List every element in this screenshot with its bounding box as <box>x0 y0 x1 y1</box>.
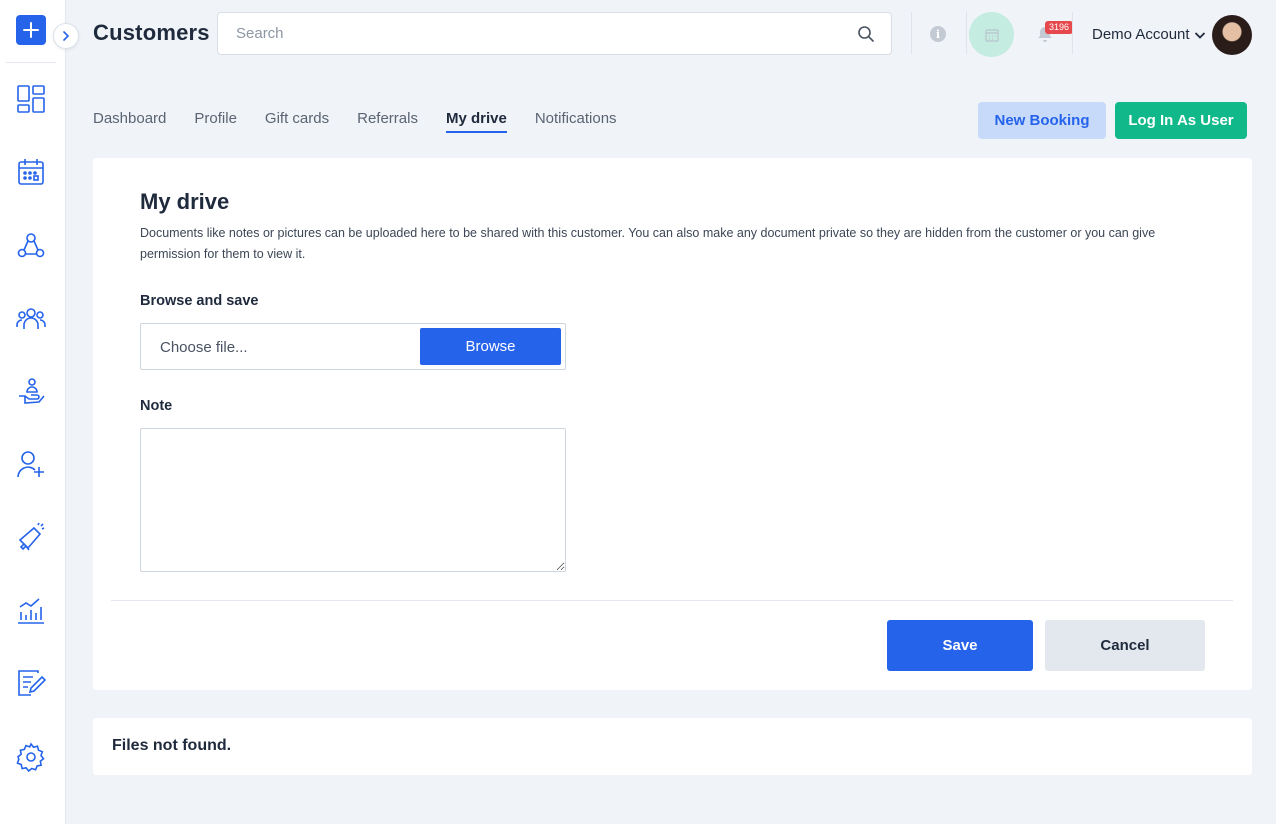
sidebar-item-customers[interactable] <box>14 301 48 335</box>
section-description: Documents like notes or pictures can be … <box>140 226 1156 261</box>
sidebar-item-dashboard[interactable] <box>14 82 48 116</box>
settings-icon <box>16 742 45 772</box>
new-booking-button[interactable]: New Booking <box>978 102 1106 139</box>
sidebar-item-marketing[interactable] <box>14 520 48 554</box>
file-placeholder: Choose file... <box>160 339 248 356</box>
sidebar-item-add-user[interactable] <box>14 447 48 481</box>
sidebar-item-settings[interactable] <box>14 740 48 774</box>
dashboard-icon <box>17 85 45 113</box>
tab-profile[interactable]: Profile <box>194 110 237 133</box>
expand-sidebar-button[interactable] <box>53 23 79 49</box>
sidebar-item-notes[interactable] <box>14 666 48 700</box>
add-user-icon <box>17 451 44 478</box>
network-icon <box>17 233 45 258</box>
account-name: Demo Account <box>1092 26 1190 43</box>
tab-notifications[interactable]: Notifications <box>535 110 617 133</box>
info-icon[interactable]: i <box>930 26 946 42</box>
account-menu[interactable]: Demo Account <box>1092 26 1206 43</box>
my-drive-card: My drive Documents like notes or picture… <box>93 158 1252 690</box>
notes-edit-icon <box>18 670 46 696</box>
card-divider <box>111 600 1233 601</box>
reports-icon <box>18 598 44 624</box>
log-in-as-user-button[interactable]: Log In As User <box>1115 102 1247 139</box>
chevron-right-icon <box>63 31 70 41</box>
header-divider <box>911 12 912 54</box>
tab-dashboard[interactable]: Dashboard <box>93 110 166 133</box>
notification-count-badge: 3196 <box>1045 21 1074 34</box>
file-picker[interactable]: Choose file... Browse <box>140 323 566 370</box>
cancel-button[interactable]: Cancel <box>1045 620 1205 671</box>
calendar-icon <box>18 159 44 185</box>
add-button[interactable] <box>16 15 46 45</box>
calendar-shortcut-button[interactable] <box>969 12 1014 57</box>
tab-gift-cards[interactable]: Gift cards <box>265 110 329 133</box>
note-label: Note <box>140 398 173 414</box>
sidebar-item-calendar[interactable] <box>14 155 48 189</box>
browse-label: Browse and save <box>140 293 259 309</box>
header-divider <box>1072 12 1073 54</box>
customers-icon <box>16 308 46 329</box>
marketing-icon <box>18 522 45 551</box>
page-title: Customers <box>93 20 210 45</box>
section-title: My drive <box>140 189 230 214</box>
sidebar-item-services[interactable] <box>14 374 48 408</box>
files-card: Files not found. <box>93 718 1252 775</box>
tab-referrals[interactable]: Referrals <box>357 110 418 133</box>
search-input[interactable] <box>218 13 818 54</box>
sidebar-item-network[interactable] <box>14 228 48 262</box>
sidebar-item-reports[interactable] <box>14 593 48 627</box>
header-divider <box>966 12 967 54</box>
save-button[interactable]: Save <box>887 620 1033 671</box>
search-box <box>217 12 892 55</box>
avatar[interactable] <box>1212 15 1252 55</box>
chevron-down-icon <box>1194 31 1205 39</box>
sidebar-divider <box>6 62 56 63</box>
files-empty-message: Files not found. <box>112 737 232 754</box>
browse-button[interactable]: Browse <box>420 328 561 365</box>
plus-icon <box>23 22 39 38</box>
note-textarea[interactable] <box>140 428 566 572</box>
sidebar <box>0 0 66 824</box>
tab-my-drive[interactable]: My drive <box>445 110 507 133</box>
calendar-icon <box>984 28 999 42</box>
services-icon <box>19 378 45 404</box>
customer-tabs: Dashboard Profile Gift cards Referrals M… <box>93 110 645 133</box>
search-icon[interactable] <box>857 25 875 43</box>
